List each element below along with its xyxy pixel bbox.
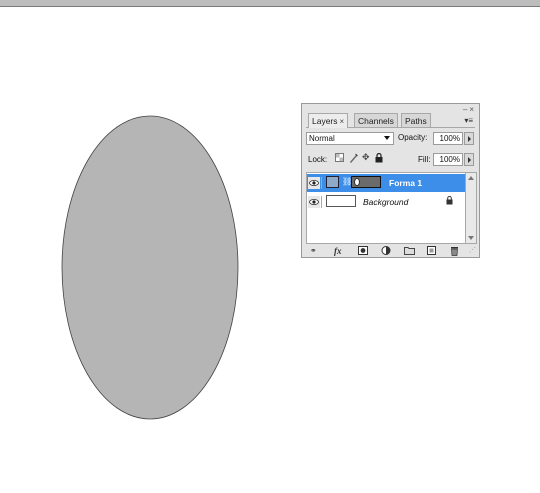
link-icon[interactable]: ⚭ [310, 246, 317, 255]
layer-row-background[interactable]: Background [307, 193, 465, 211]
blend-mode-select[interactable]: Normal [306, 132, 394, 145]
opacity-slider-button[interactable] [464, 132, 474, 145]
tab-layers-label: Layers [312, 116, 338, 126]
lock-all-icon[interactable] [375, 152, 383, 165]
scroll-up-icon[interactable] [468, 176, 474, 180]
tab-layers[interactable]: Layers × [308, 113, 349, 128]
new-layer-icon[interactable] [427, 246, 436, 257]
layers-scrollbar[interactable] [466, 172, 477, 244]
layer-row-forma-1[interactable]: ⛓ Forma 1 [307, 174, 465, 192]
eye-icon[interactable] [308, 177, 322, 189]
close-icon[interactable]: × [340, 117, 345, 126]
panel-footer: ⚭ fx ⋰ [306, 246, 476, 258]
resize-grip-icon[interactable]: ⋰ [469, 246, 476, 254]
layers-panel: –× Layers × Channels Paths ▾≡ Normal Opac… [301, 103, 480, 258]
fill-input[interactable]: 100% [433, 153, 463, 166]
lock-row: Lock: ✥ Fill: 100% [306, 152, 475, 167]
scroll-down-icon[interactable] [468, 236, 474, 240]
top-bar [0, 0, 540, 7]
lock-icon [446, 195, 453, 207]
layer-color-thumbnail [326, 176, 339, 188]
panel-menu-icon[interactable]: ▾≡ [464, 116, 473, 125]
mask-icon[interactable] [358, 246, 368, 257]
chevron-down-icon [384, 136, 390, 140]
blend-mode-value: Normal [309, 134, 335, 143]
blend-row: Normal Opacity: 100% [306, 132, 475, 146]
panel-tabs: Layers × Channels Paths ▾≡ [306, 113, 475, 128]
background-thumbnail [326, 195, 356, 207]
vector-mask-thumbnail[interactable] [351, 176, 381, 188]
opacity-label: Opacity: [398, 133, 428, 142]
layers-list: ⛓ Forma 1 Background [306, 172, 466, 244]
tab-paths-label: Paths [405, 116, 427, 126]
opacity-input[interactable]: 100% [433, 132, 463, 145]
lock-transparent-icon[interactable] [335, 153, 344, 164]
trash-icon[interactable] [450, 246, 459, 258]
group-folder-icon[interactable] [404, 246, 415, 257]
fill-slider-button[interactable] [464, 153, 474, 166]
layer-name: Background [363, 197, 409, 207]
adjustment-icon[interactable] [381, 246, 391, 257]
tab-channels-label: Channels [358, 116, 394, 126]
eye-icon[interactable] [308, 196, 322, 208]
fill-label: Fill: [418, 155, 431, 164]
ellipse-shape[interactable] [61, 115, 239, 420]
fx-icon[interactable]: fx [334, 246, 342, 256]
lock-label: Lock: [308, 155, 328, 164]
lock-position-icon[interactable]: ✥ [362, 152, 370, 163]
tab-channels[interactable]: Channels [354, 113, 398, 127]
layer-name: Forma 1 [389, 178, 423, 188]
tab-paths[interactable]: Paths [401, 113, 431, 127]
lock-pixels-icon[interactable] [349, 153, 358, 165]
